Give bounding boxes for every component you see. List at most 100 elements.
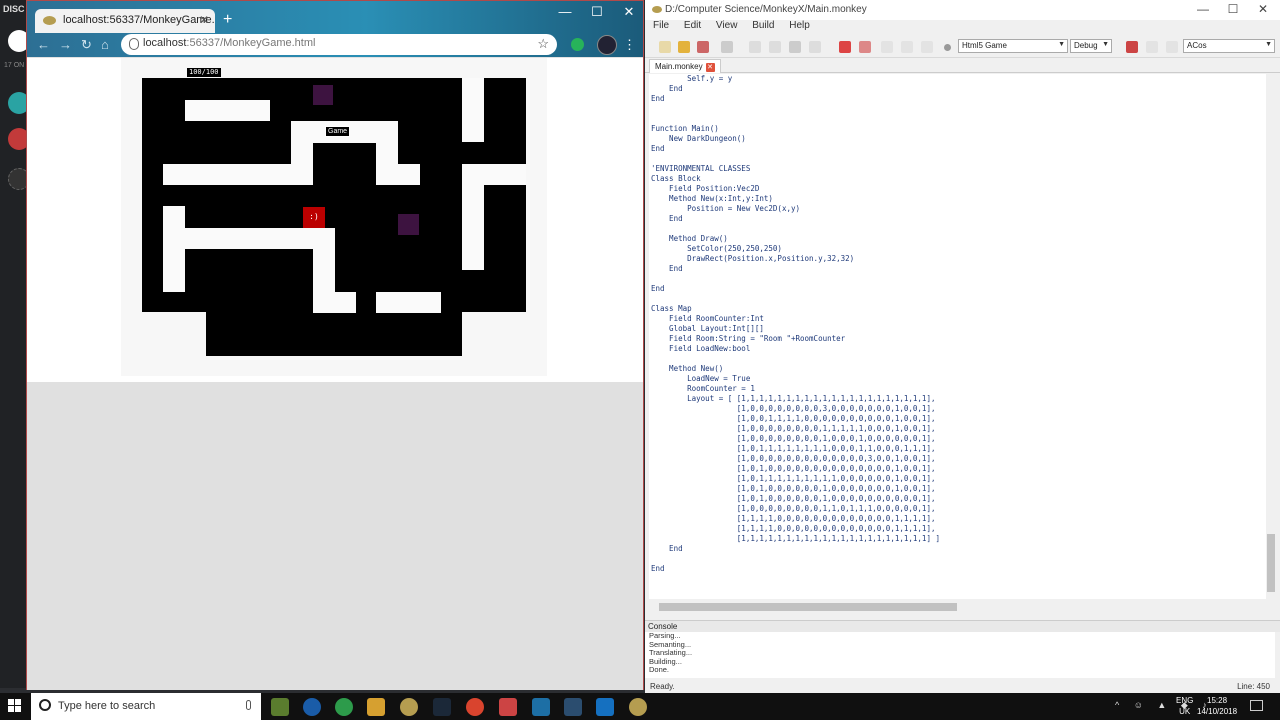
steam-icon[interactable]: [433, 698, 451, 716]
console-line: Translating...: [649, 648, 693, 658]
ide-maximize-button[interactable]: ☐: [1218, 2, 1248, 16]
close-tab-icon[interactable]: ✕: [705, 63, 715, 72]
profile-avatar[interactable]: [597, 35, 617, 55]
new-tab-button[interactable]: +: [223, 11, 232, 29]
notification-icon[interactable]: [1250, 700, 1263, 711]
console-header: Console: [645, 620, 1280, 632]
search-icon: [39, 699, 51, 711]
scrollbar-thumb[interactable]: [659, 603, 957, 611]
build-run-icon[interactable]: [859, 41, 871, 53]
file-tab[interactable]: Main.monkey ✕: [649, 59, 721, 73]
menu-help[interactable]: Help: [789, 20, 810, 31]
source-code[interactable]: Self.y = y End End Function Main() New D…: [649, 74, 1269, 574]
step-in-icon[interactable]: [901, 41, 913, 53]
steam-icon[interactable]: [564, 698, 582, 716]
app-icon[interactable]: [499, 698, 517, 716]
target-select[interactable]: Html5 Game ▼: [958, 39, 1068, 53]
minimize-button[interactable]: —: [551, 4, 579, 19]
menu-view[interactable]: View: [716, 20, 738, 31]
paste-icon[interactable]: [789, 41, 801, 53]
address-bar[interactable]: localhost:56337/MonkeyGame.html ☆: [121, 34, 557, 55]
maximize-button[interactable]: ☐: [583, 4, 611, 20]
monkey-icon[interactable]: [400, 698, 418, 716]
clock-date: 14/10/2018: [1197, 707, 1238, 716]
help-search-select[interactable]: ACos ▼: [1183, 39, 1275, 53]
console-line: Building...: [649, 656, 682, 666]
new-file-icon[interactable]: [659, 41, 671, 53]
discord-label: DISC: [3, 4, 25, 14]
browser-tab[interactable]: localhost:56337/MonkeyGame.ht ✕: [35, 9, 215, 33]
wall: [313, 292, 356, 313]
menu-icon[interactable]: ⋮: [623, 37, 636, 53]
taskbar-search[interactable]: Type here to search: [31, 693, 261, 720]
cut-icon[interactable]: [749, 41, 761, 53]
bookmark-star-icon[interactable]: ☆: [537, 36, 549, 52]
menu-edit[interactable]: Edit: [684, 20, 701, 31]
language-indicator[interactable]: ENG UK: [1176, 695, 1193, 717]
back-icon[interactable]: ←: [37, 37, 50, 52]
code-editor[interactable]: Self.y = y End End Function Main() New D…: [649, 74, 1269, 599]
config-select[interactable]: Debug ▼: [1070, 39, 1112, 53]
console-output[interactable]: Parsing... Semanting... Translating... B…: [645, 632, 1275, 678]
kill-icon[interactable]: [944, 44, 951, 51]
console-line: Parsing...: [649, 632, 681, 640]
tab-close-icon[interactable]: ✕: [199, 13, 209, 27]
scrollbar-thumb[interactable]: [1267, 534, 1275, 592]
ide-close-button[interactable]: ✕: [1248, 2, 1278, 16]
step-icon[interactable]: [881, 41, 893, 53]
forward-icon[interactable]: →: [59, 37, 72, 52]
ide-minimize-button[interactable]: —: [1188, 2, 1218, 16]
floor: [206, 312, 462, 356]
copy-icon[interactable]: [769, 41, 781, 53]
reload-icon[interactable]: ↻: [81, 37, 92, 53]
home-icon[interactable]: ⌂: [101, 37, 109, 52]
step-out-icon[interactable]: [921, 41, 933, 53]
enemy: [313, 85, 333, 105]
windows-start-icon[interactable]: [8, 699, 22, 713]
console-title: Console: [648, 622, 678, 631]
ide-titlebar: D:/Computer Science/MonkeyX/Main.monkey …: [645, 0, 1280, 20]
save-icon[interactable]: [721, 41, 733, 53]
file-tab-label: Main.monkey: [655, 62, 703, 71]
menu-build[interactable]: Build: [752, 20, 774, 31]
clock[interactable]: 15:28 14/10/2018: [1197, 695, 1237, 717]
health-display: 100/100: [187, 68, 221, 77]
console-line: Done.: [649, 665, 670, 675]
forward-icon[interactable]: [1166, 41, 1178, 53]
build-icon[interactable]: [839, 41, 851, 53]
close-button[interactable]: ✕: [615, 4, 643, 20]
back-icon[interactable]: [1146, 41, 1158, 53]
wall: [163, 164, 313, 185]
app-icon[interactable]: [303, 698, 321, 716]
game-canvas[interactable]: 100/100 Game:): [121, 58, 547, 376]
monkey-ide-icon[interactable]: [629, 698, 647, 716]
ide-title-text: D:/Computer Science/MonkeyX/Main.monkey: [665, 4, 867, 15]
monkey-favicon-icon: [43, 16, 56, 25]
player-sprite: :): [303, 207, 325, 228]
chrome-active-icon[interactable]: [466, 698, 484, 716]
wall: [462, 78, 484, 142]
close-file-icon[interactable]: [697, 41, 709, 53]
home-icon[interactable]: [1126, 41, 1138, 53]
browser-titlebar: localhost:56337/MonkeyGame.ht ✕ + — ☐ ✕ …: [27, 1, 643, 57]
extension-icon[interactable]: [571, 38, 584, 51]
chrome-icon[interactable]: [335, 698, 353, 716]
console-line: Semanting...: [649, 639, 692, 649]
visual-studio-icon[interactable]: [532, 698, 550, 716]
page-background: [27, 382, 643, 690]
find-icon[interactable]: [809, 41, 821, 53]
chevron-down-icon: ▼: [1102, 41, 1109, 48]
app-icon[interactable]: [596, 698, 614, 716]
menu-file[interactable]: File: [653, 20, 669, 31]
help-search-value: ACos: [1187, 41, 1207, 50]
info-icon[interactable]: [129, 38, 139, 50]
app-icon[interactable]: [367, 698, 385, 716]
open-folder-icon[interactable]: [678, 41, 690, 53]
chevron-down-icon: ▼: [1265, 41, 1272, 48]
minecraft-icon[interactable]: [271, 698, 289, 716]
vertical-scrollbar[interactable]: [1266, 74, 1276, 600]
ide-statusbar: Ready. Line: 450: [645, 680, 1280, 694]
microphone-icon[interactable]: [246, 700, 251, 710]
horizontal-scrollbar[interactable]: [649, 601, 1265, 613]
lang-top: ENG: [1176, 696, 1194, 705]
